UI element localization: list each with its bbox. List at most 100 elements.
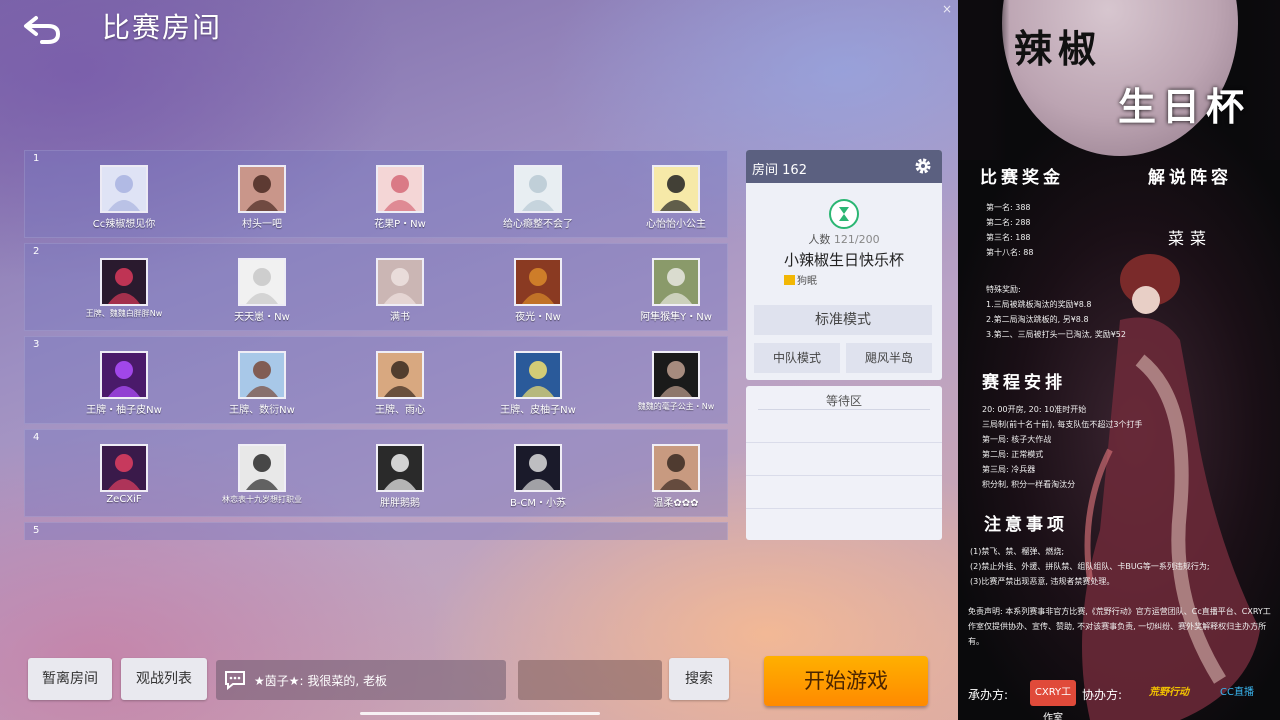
player-avatar [514, 351, 562, 399]
note-item: (2)禁止外挂、外援、拼队禁、组队组队、卡BUG等一系列违规行为; [970, 562, 1210, 571]
player-slot[interactable]: B-CM・小苏 [476, 444, 600, 516]
hourglass-icon [829, 199, 859, 229]
player-slot[interactable]: 天天崽・Nw [200, 258, 324, 330]
home-indicator [360, 712, 600, 715]
player-avatar [100, 258, 148, 306]
search-button[interactable]: 搜索 [669, 658, 729, 700]
player-avatar [100, 351, 148, 399]
leave-room-button[interactable]: 暂离房间 [28, 658, 112, 700]
game-screen: 比赛房间 × 1 Cc辣椒想见你 村头一吧 花果P・Nw 给心瘾整不会了 心怡怡小公主 2 王… [0, 0, 958, 720]
sponsor-logo: CXRY工作室 [1030, 680, 1076, 720]
search-input[interactable] [518, 660, 662, 700]
player-avatar [100, 444, 148, 492]
player-name: ZeCXiF [106, 494, 142, 505]
prize-item: 第二名: 288 [986, 218, 1031, 227]
disclaimer: 免责声明: 本系列赛事非官方比赛,《荒野行动》官方运营团队、Cc直播平台、CXR… [968, 607, 1271, 646]
player-slot[interactable]: 阿隼猴隼Y・Nw [614, 258, 728, 330]
spectate-list-button[interactable]: 观战列表 [121, 658, 207, 700]
chat-box[interactable]: ★茵子★: 我很菜的, 老板 [216, 660, 506, 700]
player-slot[interactable]: 林恋表十九岁想打职业 [200, 444, 324, 516]
player-slot[interactable]: 村头一吧 [200, 165, 324, 237]
commentator-name: 菜菜 [1168, 229, 1213, 248]
divider [746, 475, 942, 476]
special-heading: 特殊奖励: [986, 285, 1021, 294]
player-slot[interactable]: 夜光・Nw [476, 258, 600, 330]
player-avatar [376, 351, 424, 399]
prize-heading: 比赛奖金 [980, 168, 1064, 188]
stream-poster: 辣椒 生日杯 比赛奖金 解说阵容 第一名: 388 第二名: 288 第三名: … [958, 0, 1280, 720]
chat-message: ★茵子★: 我很菜的, 老板 [254, 674, 388, 688]
team-row: 4 ZeCXiF 林恋表十九岁想打职业 胖胖鹅鹅 B-CM・小苏 温柔✿✿✿ [24, 429, 728, 517]
owner-name: 狗眠 [797, 276, 817, 287]
corner-close-icon[interactable]: × [942, 2, 952, 16]
player-slot[interactable]: 王牌・柚子皮Nw [62, 351, 186, 423]
note-item: (1)禁飞、禁、榴弹、燃烧; [970, 547, 1065, 556]
player-slot[interactable]: 心怡怡小公主 [614, 165, 728, 237]
commentary-heading: 解说阵容 [1148, 168, 1232, 188]
player-name: 村头一吧 [242, 219, 282, 230]
poster-title-line1: 辣椒 [1014, 26, 1103, 71]
special-item: 2.第二局淘汰跳板的, 另¥8.8 [986, 315, 1089, 324]
player-slot[interactable]: 花果P・Nw [338, 165, 462, 237]
map-button[interactable]: 飓风半岛 [846, 343, 932, 373]
player-slot[interactable]: Cc辣椒想见你 [62, 165, 186, 237]
player-name: 林恋表十九岁想打职业 [222, 495, 302, 504]
player-name: 王牌・柚子皮Nw [86, 405, 162, 416]
player-name: 心怡怡小公主 [646, 219, 706, 230]
player-slot[interactable]: 满书 [338, 258, 462, 330]
player-avatar [376, 165, 424, 213]
team-grid: 1 Cc辣椒想见你 村头一吧 花果P・Nw 给心瘾整不会了 心怡怡小公主 2 王牌、魏魏白胖胖… [24, 150, 728, 540]
schedule-item: 第三局: 冷兵器 [982, 465, 1036, 474]
player-slot[interactable]: 王牌、皮柚子Nw [476, 351, 600, 423]
start-game-button[interactable]: 开始游戏 [764, 656, 928, 706]
team-number: 5 [33, 525, 40, 536]
player-name: B-CM・小苏 [509, 498, 567, 509]
team-number: 4 [33, 432, 40, 443]
player-avatar [100, 165, 148, 213]
player-name: 给心瘾整不会了 [503, 219, 573, 230]
player-avatar [238, 351, 286, 399]
player-slot[interactable]: 王牌、雨心 [338, 351, 462, 423]
people-value: 121/200 [833, 233, 880, 246]
player-name: 王牌、雨心 [375, 405, 425, 416]
player-avatar [514, 165, 562, 213]
note-item: (3)比赛严禁出现恶意, 违规者禁赛处理。 [970, 577, 1115, 586]
waiting-title: 等待区 [758, 386, 930, 410]
prize-list: 第一名: 388 第二名: 288 第三名: 188 第十八名: 88 [986, 200, 1033, 260]
player-avatar [514, 258, 562, 306]
player-name: 夜光・Nw [515, 312, 561, 323]
player-slot[interactable]: ZeCXiF [62, 444, 186, 516]
player-slot[interactable]: 给心瘾整不会了 [476, 165, 600, 237]
team-row: 5 [24, 522, 728, 540]
gear-icon[interactable] [914, 157, 932, 175]
prize-item: 第一名: 388 [986, 203, 1031, 212]
player-slot[interactable]: 王牌、数衍Nw [200, 351, 324, 423]
page-title: 比赛房间 [102, 11, 223, 44]
divider [746, 508, 942, 509]
mode-button[interactable]: 标准模式 [754, 305, 932, 335]
room-name: 小辣椒生日快乐杯 [783, 251, 904, 269]
player-avatar [376, 258, 424, 306]
back-arrow-icon[interactable] [22, 10, 66, 46]
prize-item: 第十八名: 88 [986, 248, 1034, 257]
player-slot[interactable]: 胖胖鹅鹅 [338, 444, 462, 516]
room-info-panel: 房间 162 人数 121/200 小辣椒生日快乐杯 狗眠 标准模式 中队模式 … [746, 150, 942, 380]
player-avatar [376, 444, 424, 492]
sponsor-bar: 承办方: CXRY工作室 协办方: 荒野行动 CC直播 [958, 674, 1280, 720]
schedule-list: 20: 00开房, 20: 10准时开始 三局制(前十名十前), 每支队伍不超过… [982, 402, 1142, 492]
special-item: 1.三局被跳板淘汰的奖励¥8.8 [986, 300, 1092, 309]
player-avatar [652, 444, 700, 492]
schedule-heading: 赛程安排 [982, 373, 1066, 393]
player-name: 胖胖鹅鹅 [380, 498, 420, 509]
room-id: 162 [782, 163, 807, 178]
player-name: 王牌、数衍Nw [229, 405, 295, 416]
team-mode-button[interactable]: 中队模式 [754, 343, 840, 373]
team-row: 3 王牌・柚子皮Nw 王牌、数衍Nw 王牌、雨心 王牌、皮柚子Nw 魏魏的毫子公主・Nw [24, 336, 728, 424]
organizer-label: 承办方: [968, 688, 1009, 702]
player-slot[interactable]: 魏魏的毫子公主・Nw [614, 351, 728, 423]
player-slot[interactable]: 温柔✿✿✿ [614, 444, 728, 516]
special-rewards: 特殊奖励: 1.三局被跳板淘汰的奖励¥8.8 2.第二局淘汰跳板的, 另¥8.8… [986, 282, 1126, 342]
player-slot[interactable]: 王牌、魏魏白胖胖Nw [62, 258, 186, 330]
player-avatar [238, 444, 286, 492]
player-name: 王牌、魏魏白胖胖Nw [85, 309, 163, 318]
